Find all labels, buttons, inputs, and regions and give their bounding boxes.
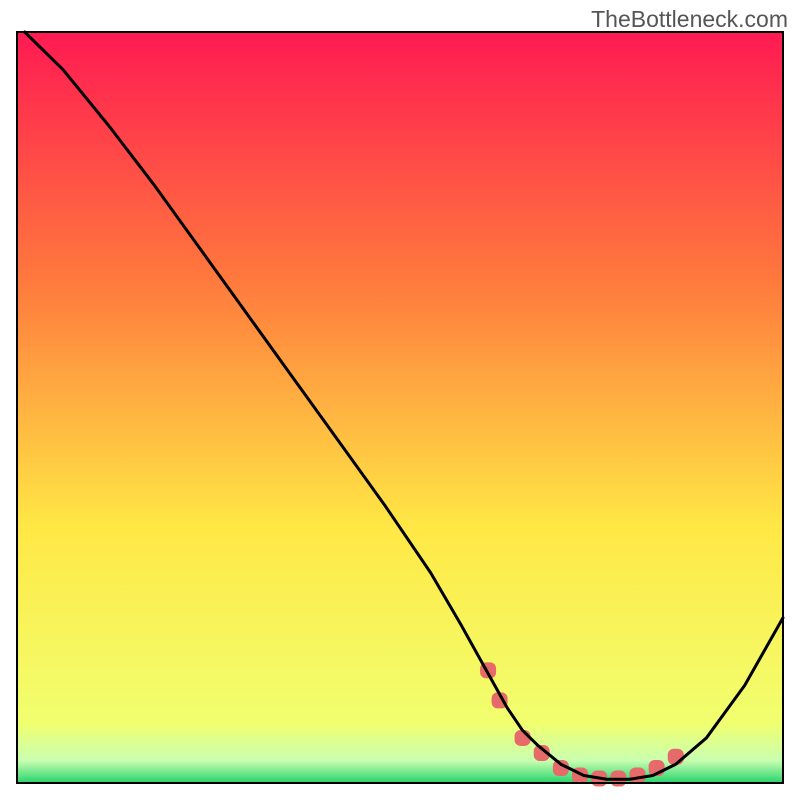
bottleneck-chart: [0, 0, 800, 800]
plot-background: [17, 32, 783, 783]
watermark-label: TheBottleneck.com: [591, 6, 788, 33]
marker-point: [629, 767, 645, 783]
chart-container: TheBottleneck.com: [0, 0, 800, 800]
